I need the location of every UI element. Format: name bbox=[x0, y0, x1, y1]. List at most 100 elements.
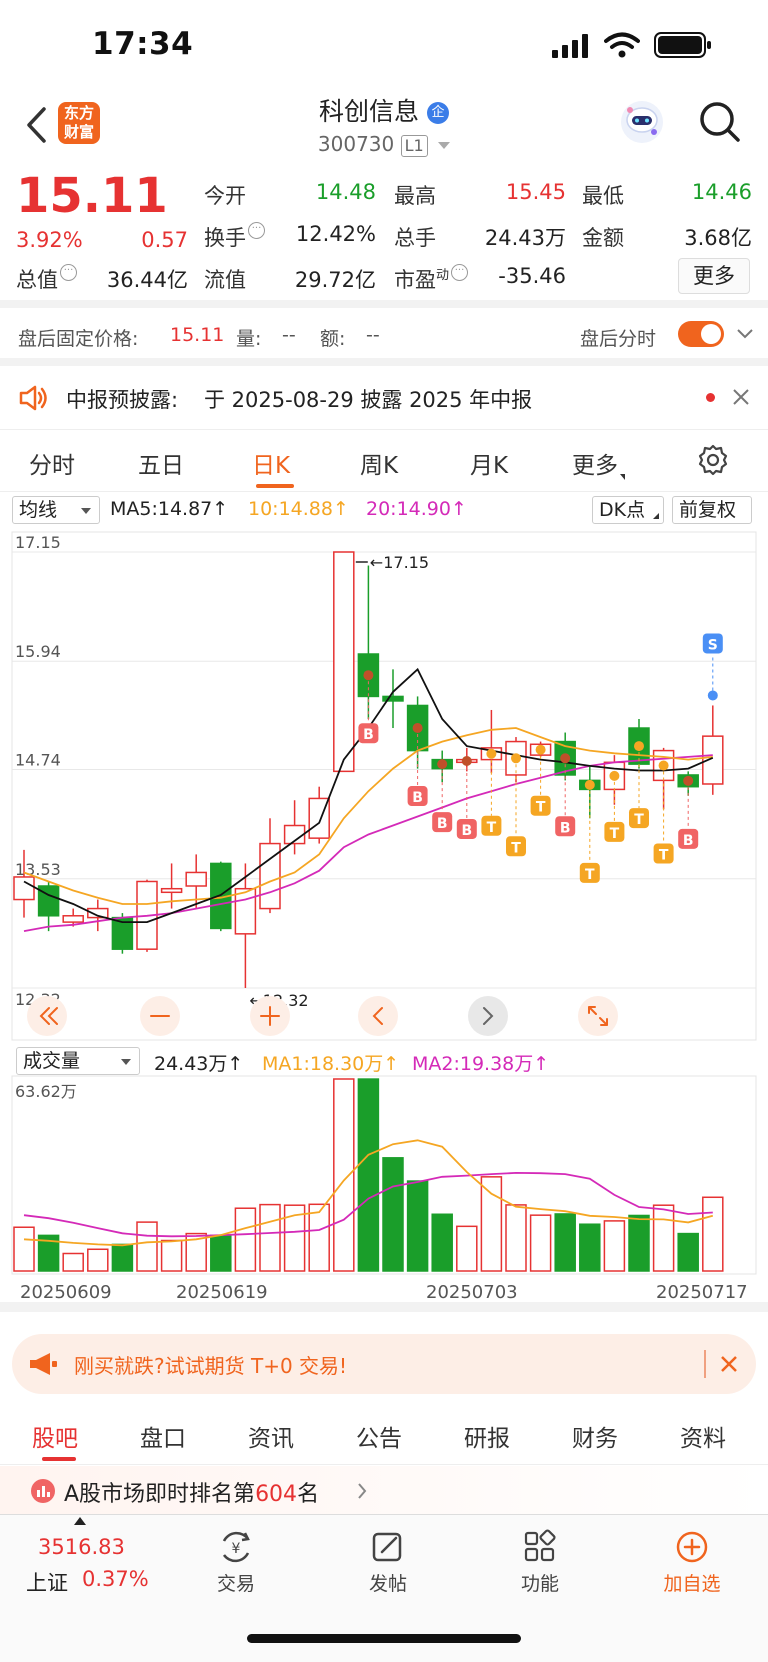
date-label: 20250609 bbox=[20, 1282, 112, 1303]
candle bbox=[62, 915, 84, 923]
info-icon[interactable]: ··· bbox=[451, 264, 469, 281]
status-bar: 17:34 bbox=[0, 0, 768, 88]
control-bg bbox=[358, 996, 398, 1036]
signal-tag-label: B bbox=[412, 790, 423, 806]
close-icon[interactable] bbox=[720, 1355, 738, 1373]
dock-post[interactable]: 发帖 bbox=[328, 1529, 448, 1596]
volume-label: 总手 bbox=[394, 226, 436, 250]
signal-tag-label: T bbox=[634, 812, 644, 828]
tab-active-indicator bbox=[256, 484, 294, 488]
volume-svg[interactable]: 63.62万 bbox=[0, 1075, 768, 1275]
tab-research[interactable]: 研报 bbox=[464, 1419, 510, 1453]
settings-gear-icon[interactable] bbox=[697, 444, 729, 476]
robot-assistant-icon[interactable] bbox=[618, 98, 666, 146]
trade-yuan-icon: ¥ bbox=[222, 1531, 250, 1563]
y-tick-label: 14.74 bbox=[15, 751, 61, 770]
volume-bar bbox=[382, 1157, 404, 1272]
zoom-in-icon[interactable] bbox=[250, 996, 290, 1036]
zoom-out-icon[interactable] bbox=[140, 996, 180, 1036]
tab-daily-k[interactable]: 日K bbox=[252, 446, 290, 480]
tab-five-day[interactable]: 五日 bbox=[138, 446, 184, 480]
status-time: 17:34 bbox=[92, 26, 194, 62]
tab-announcements[interactable]: 公告 bbox=[356, 1419, 402, 1453]
signal-dot bbox=[658, 760, 669, 771]
chevron-down-icon[interactable] bbox=[736, 328, 754, 340]
signal-tag-label: B bbox=[363, 727, 374, 743]
close-icon[interactable] bbox=[732, 388, 750, 406]
next-icon[interactable] bbox=[468, 996, 508, 1036]
home-indicator bbox=[247, 1634, 521, 1643]
volume-indicator-select[interactable]: 成交量 bbox=[16, 1047, 140, 1075]
candle bbox=[13, 876, 35, 901]
dock-functions[interactable]: 功能 bbox=[480, 1529, 600, 1596]
market-rank-bar[interactable]: A股市场即时排名第604名 bbox=[0, 1466, 768, 1514]
current-price: 15.11 bbox=[16, 168, 168, 224]
dock-add-watchlist[interactable]: 加自选 bbox=[632, 1529, 752, 1596]
y-tick-label: 15.94 bbox=[15, 642, 61, 661]
index-name[interactable]: 上证 bbox=[26, 1567, 68, 1597]
ma10-line bbox=[23, 727, 713, 905]
signal-tag-label: B bbox=[560, 820, 571, 836]
after-hours-toggle[interactable] bbox=[678, 321, 724, 347]
after-hours-vol: -- bbox=[282, 324, 296, 346]
info-icon[interactable]: ··· bbox=[248, 222, 265, 239]
tab-guba[interactable]: 股吧 bbox=[32, 1419, 78, 1453]
turnover-label[interactable]: 换手 ··· bbox=[204, 222, 265, 252]
kline-chart[interactable]: 17.1515.9414.7413.5312.32←17.15←12.32BBB… bbox=[0, 528, 768, 1043]
kline-svg[interactable]: 17.1515.9414.7413.5312.32←17.15←12.32BBB… bbox=[0, 528, 768, 1043]
amount-label: 金额 bbox=[582, 226, 624, 250]
stock-header: 东方 财富 科创信息 企 300730 L1 bbox=[0, 88, 768, 166]
search-icon[interactable] bbox=[698, 100, 742, 144]
volume-chart[interactable]: 63.62万 bbox=[0, 1075, 768, 1275]
tab-profile[interactable]: 资料 bbox=[680, 1419, 726, 1453]
signal-dot bbox=[584, 779, 595, 790]
date-axis: 20250609 20250619 20250703 20250717 bbox=[0, 1278, 768, 1312]
tab-monthly-k[interactable]: 月K bbox=[470, 446, 508, 480]
signal-tag-label: B bbox=[683, 833, 694, 849]
info-icon[interactable]: ··· bbox=[60, 264, 77, 281]
earnings-notice[interactable]: 中报预披露: 于 2025-08-29 披露 2025 年中报 bbox=[0, 366, 768, 430]
chart-frame bbox=[11, 531, 757, 1041]
content-tab-indicator bbox=[42, 1457, 76, 1461]
promo-text: 刚买就跌?试试期货 T+0 交易! bbox=[74, 1354, 348, 1378]
market-cap-label[interactable]: 总值 ··· bbox=[16, 264, 77, 294]
adjust-select[interactable]: 前复权 bbox=[672, 496, 752, 524]
futures-promo-banner[interactable]: 刚买就跌?试试期货 T+0 交易! bbox=[12, 1334, 756, 1394]
dk-point-select[interactable]: DK点 bbox=[592, 496, 664, 524]
tab-news[interactable]: 资讯 bbox=[248, 1419, 294, 1453]
tab-financials[interactable]: 财务 bbox=[572, 1419, 618, 1453]
signal-tag-label: T bbox=[585, 867, 595, 883]
volume-bar bbox=[652, 1204, 675, 1272]
speaker-icon bbox=[19, 385, 47, 411]
change-amount: 0.57 bbox=[141, 228, 188, 252]
indicator-select[interactable]: 均线 bbox=[12, 496, 100, 524]
tab-order-book[interactable]: 盘口 bbox=[140, 1419, 186, 1453]
fullscreen-icon[interactable] bbox=[578, 996, 618, 1036]
open-label: 今开 bbox=[204, 184, 246, 208]
after-hours-vol-label: 量: bbox=[236, 328, 262, 350]
volume-bar bbox=[234, 1207, 257, 1272]
index-value[interactable]: 3516.83 bbox=[38, 1535, 125, 1559]
volume-bar bbox=[259, 1203, 281, 1272]
dock-trade[interactable]: ¥ 交易 bbox=[176, 1529, 296, 1596]
prev-icon[interactable] bbox=[358, 996, 398, 1036]
control-bg bbox=[578, 996, 618, 1036]
volume-bar bbox=[210, 1234, 232, 1272]
unread-dot bbox=[706, 393, 715, 402]
index-change[interactable]: 0.37% bbox=[82, 1567, 149, 1591]
signal-dot bbox=[486, 748, 497, 759]
pe-label[interactable]: 市盈动 ··· bbox=[394, 264, 469, 294]
tab-more[interactable]: 更多 bbox=[572, 446, 625, 480]
signal-tag-label: S bbox=[708, 637, 718, 653]
more-button[interactable]: 更多 bbox=[678, 258, 750, 294]
signal-dot bbox=[363, 670, 374, 681]
tab-weekly-k[interactable]: 周K bbox=[360, 446, 398, 480]
candle bbox=[382, 695, 404, 702]
volume-legend: 成交量 24.43万↑ MA1:18.30万↑ MA2:19.38万↑ bbox=[0, 1043, 768, 1079]
open-value: 14.48 bbox=[315, 180, 376, 204]
amount-value: 3.68亿 bbox=[684, 226, 752, 250]
scroll-left-icon[interactable] bbox=[27, 996, 67, 1036]
volume-bar bbox=[431, 1213, 453, 1272]
tab-intraday[interactable]: 分时 bbox=[29, 446, 75, 480]
low-label: 最低 bbox=[582, 184, 624, 208]
